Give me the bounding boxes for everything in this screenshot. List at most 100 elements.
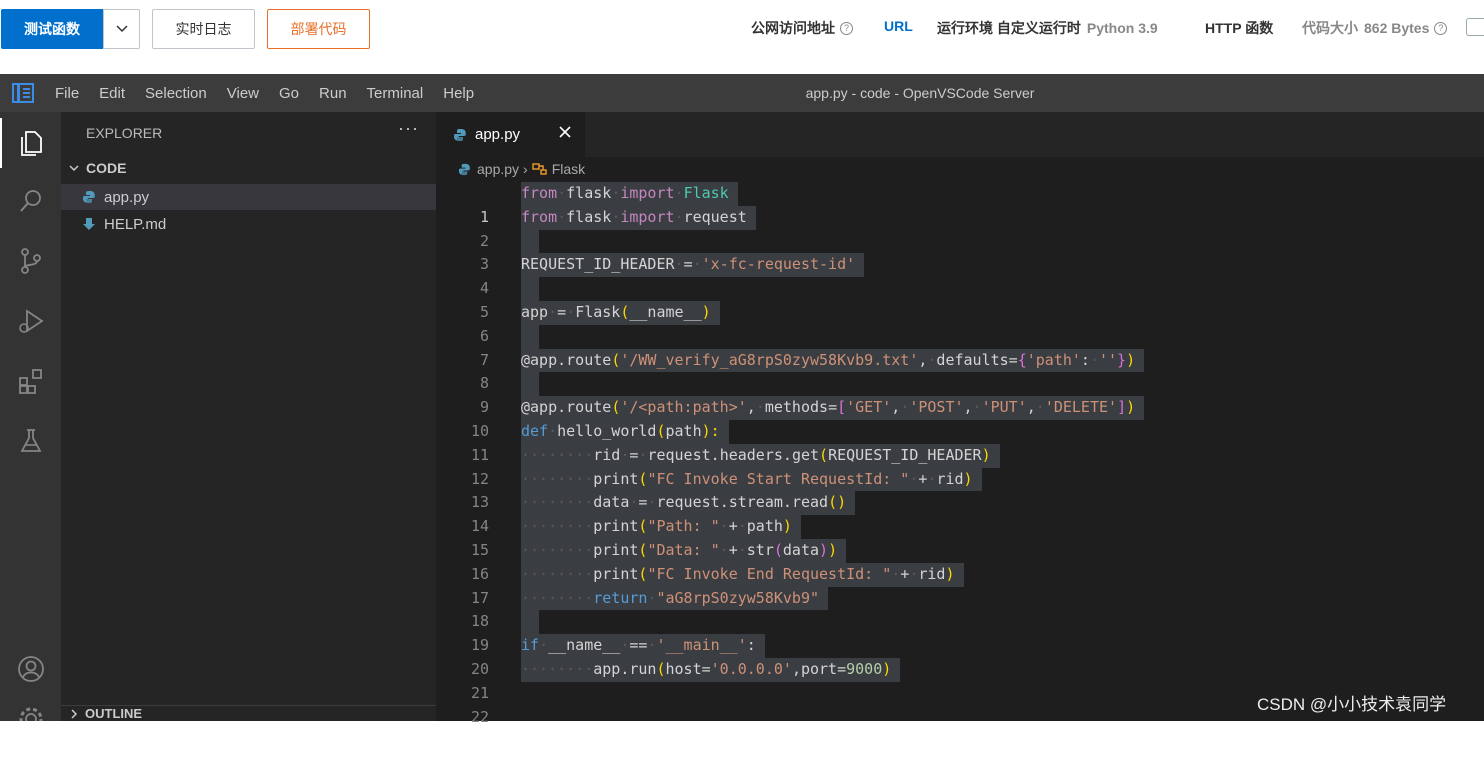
realtime-log-button[interactable]: 实时日志 [152, 9, 255, 49]
code-token: @app.route [521, 398, 612, 417]
code-token: import [620, 207, 675, 226]
file-label: HELP.md [104, 215, 167, 233]
code-token: request [647, 445, 711, 464]
explorer-header: EXPLORER [86, 125, 163, 141]
code-token: path [665, 421, 702, 440]
folder-code[interactable]: CODE [61, 156, 436, 180]
runtime-info: 运行环境 自定义运行时 Python 3.9 [937, 18, 1158, 38]
test-function-button[interactable]: 测试函数 [1, 9, 103, 49]
code-token: ( [656, 421, 666, 440]
code-token: { [1017, 350, 1027, 369]
code-token: ) [828, 540, 838, 559]
code-token: path [746, 517, 783, 536]
outline-label: OUTLINE [85, 706, 143, 721]
breadcrumb-symbol[interactable]: Flask [552, 161, 585, 177]
console-toolbar: 测试函数 实时日志 部署代码 公网访问地址 ? URL 运行环境 自定义运行时 … [0, 0, 1484, 74]
file-app-py[interactable]: app.py [61, 184, 436, 210]
code-line: 9 [436, 372, 1484, 416]
test-options-dropdown[interactable] [103, 9, 140, 49]
code-token: @app.route [521, 350, 612, 369]
sidebar-toggle-icon[interactable] [1466, 18, 1484, 36]
code-token: ): [701, 421, 720, 440]
code-token: 'POST' [909, 398, 964, 417]
chevron-down-icon [115, 25, 128, 33]
code-token: "Path: " [647, 517, 720, 536]
public-url-label: 公网访问地址 [751, 20, 835, 36]
code-token: methods [764, 398, 829, 417]
folder-name: CODE [86, 160, 127, 176]
code-line: 21 ········app.run(host='0.0.0.0',port=9… [436, 657, 1484, 702]
code-token: , [791, 659, 801, 678]
code-token: = [557, 302, 567, 321]
code-token: request [656, 493, 720, 512]
runtime-label: 运行环境 自定义运行时 [937, 20, 1081, 36]
code-token: rid [936, 469, 964, 488]
code-token: , [1026, 398, 1036, 417]
code-token: defaults [936, 350, 1009, 369]
watermark: CSDN @小小技术袁同学 [1257, 695, 1447, 714]
chevron-right-icon: › [523, 161, 528, 177]
code-token: = [828, 398, 838, 417]
code-line: 14 ········data·=·request.stream.read() [436, 491, 1484, 535]
code-editor[interactable]: 1 from·flask·import·Flask 2 from·flask·i… [436, 182, 1484, 726]
code-line: 20 if·__name__·==·'__main__': [436, 634, 1484, 678]
activity-bar [0, 112, 61, 721]
help-icon[interactable]: ? [1434, 21, 1448, 35]
code-token: app [593, 659, 621, 678]
runtime-value: Python 3.9 [1086, 20, 1158, 36]
code-token: run [629, 659, 657, 678]
help-icon[interactable]: ? [840, 21, 853, 35]
code-token: import [620, 184, 675, 202]
breadcrumb-file[interactable]: app.py [477, 161, 519, 177]
code-token: = [1008, 350, 1018, 369]
function-type: HTTP 函数 [1205, 20, 1274, 36]
code-token: return [593, 588, 648, 607]
activity-run-debug[interactable] [0, 296, 61, 346]
activity-accounts[interactable] [0, 644, 61, 694]
tab-app-py[interactable]: app.py [436, 112, 585, 157]
activity-source-control[interactable] [0, 236, 61, 286]
more-actions-icon[interactable]: ··· [398, 118, 419, 139]
function-type-info: HTTP 函数 [1205, 18, 1273, 38]
activity-manage[interactable] [0, 704, 61, 721]
code-line: 8 @app.route('/WW_verify_aG8rpS0zyw58Kvb… [436, 348, 1484, 392]
code-token: str [746, 540, 774, 559]
code-token: rid [593, 445, 621, 464]
code-token: , [891, 398, 901, 417]
code-token: ) [1126, 350, 1136, 369]
activity-extensions[interactable] [0, 356, 61, 406]
code-token: '/<path:path>' [620, 398, 747, 417]
code-token: "Data: " [647, 540, 720, 559]
chevron-down-icon [69, 165, 79, 172]
code-token: . [782, 493, 792, 512]
activity-testing[interactable] [0, 416, 61, 466]
close-icon[interactable] [558, 125, 572, 139]
activity-search[interactable] [0, 176, 61, 226]
code-line: 1 from·flask·import·Flask [436, 182, 1484, 226]
code-token: flask [566, 184, 612, 202]
activity-explorer[interactable] [0, 118, 61, 168]
code-token: '' [1098, 350, 1118, 369]
code-token: if [521, 636, 540, 655]
code-line: 17 ········print("FC Invoke End RequestI… [436, 562, 1484, 607]
code-token: headers [719, 445, 783, 464]
code-token: , [746, 398, 756, 417]
code-token: ) [837, 493, 847, 512]
code-token: port [800, 659, 838, 678]
code-token: REQUEST_ID_HEADER [521, 255, 675, 274]
code-token: = [701, 659, 711, 678]
window-title: app.py - code - OpenVSCode Server [805, 85, 1035, 101]
file-help-md[interactable]: HELP.md [61, 211, 436, 237]
source-control-icon [20, 248, 41, 274]
code-token: '0.0.0.0' [710, 659, 792, 678]
code-token: 'path' [1026, 350, 1081, 369]
tab-bar: app.py [436, 112, 1484, 157]
deploy-code-button[interactable]: 部署代码 [267, 9, 370, 49]
code-token: REQUEST_ID_HEADER [828, 445, 982, 464]
public-url-link[interactable]: URL [884, 18, 913, 34]
vscode-window: File Edit Selection View Go Run Terminal… [0, 74, 1484, 726]
extensions-icon [18, 369, 42, 394]
code-token: ) [981, 445, 991, 464]
outline-section[interactable]: OUTLINE [61, 705, 436, 721]
code-token: hello_world [557, 421, 657, 440]
